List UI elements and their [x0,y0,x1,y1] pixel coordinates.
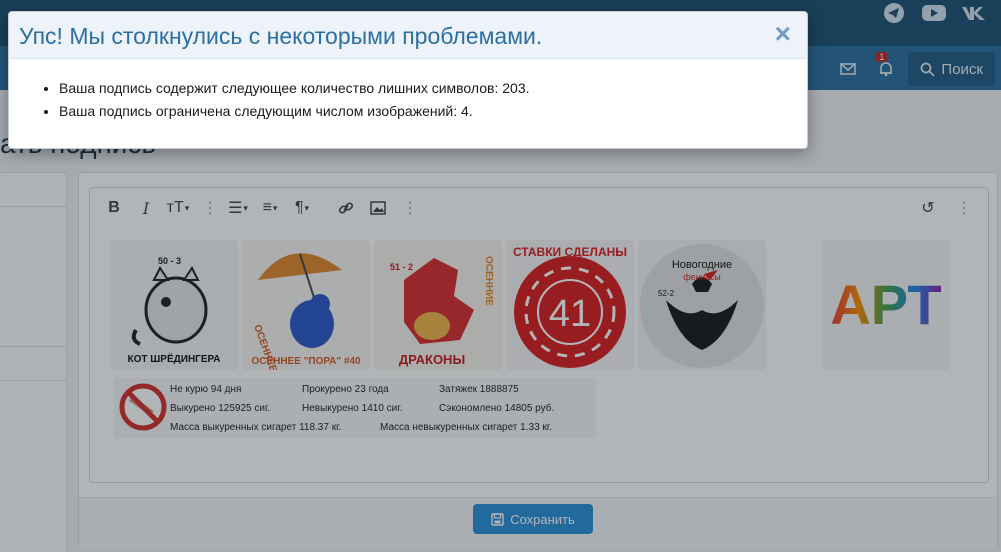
modal-title: Упс! Мы столкнулись с некоторыми проблем… [19,23,543,49]
error-list: Ваша подпись содержит следующее количест… [59,77,787,123]
close-icon[interactable]: × [775,20,791,48]
modal-body: Ваша подпись содержит следующее количест… [9,59,807,123]
modal-header: Упс! Мы столкнулись с некоторыми проблем… [9,12,807,59]
error-modal: Упс! Мы столкнулись с некоторыми проблем… [8,11,808,149]
error-item: Ваша подпись ограничена следующим числом… [59,100,787,123]
error-item: Ваша подпись содержит следующее количест… [59,77,787,100]
